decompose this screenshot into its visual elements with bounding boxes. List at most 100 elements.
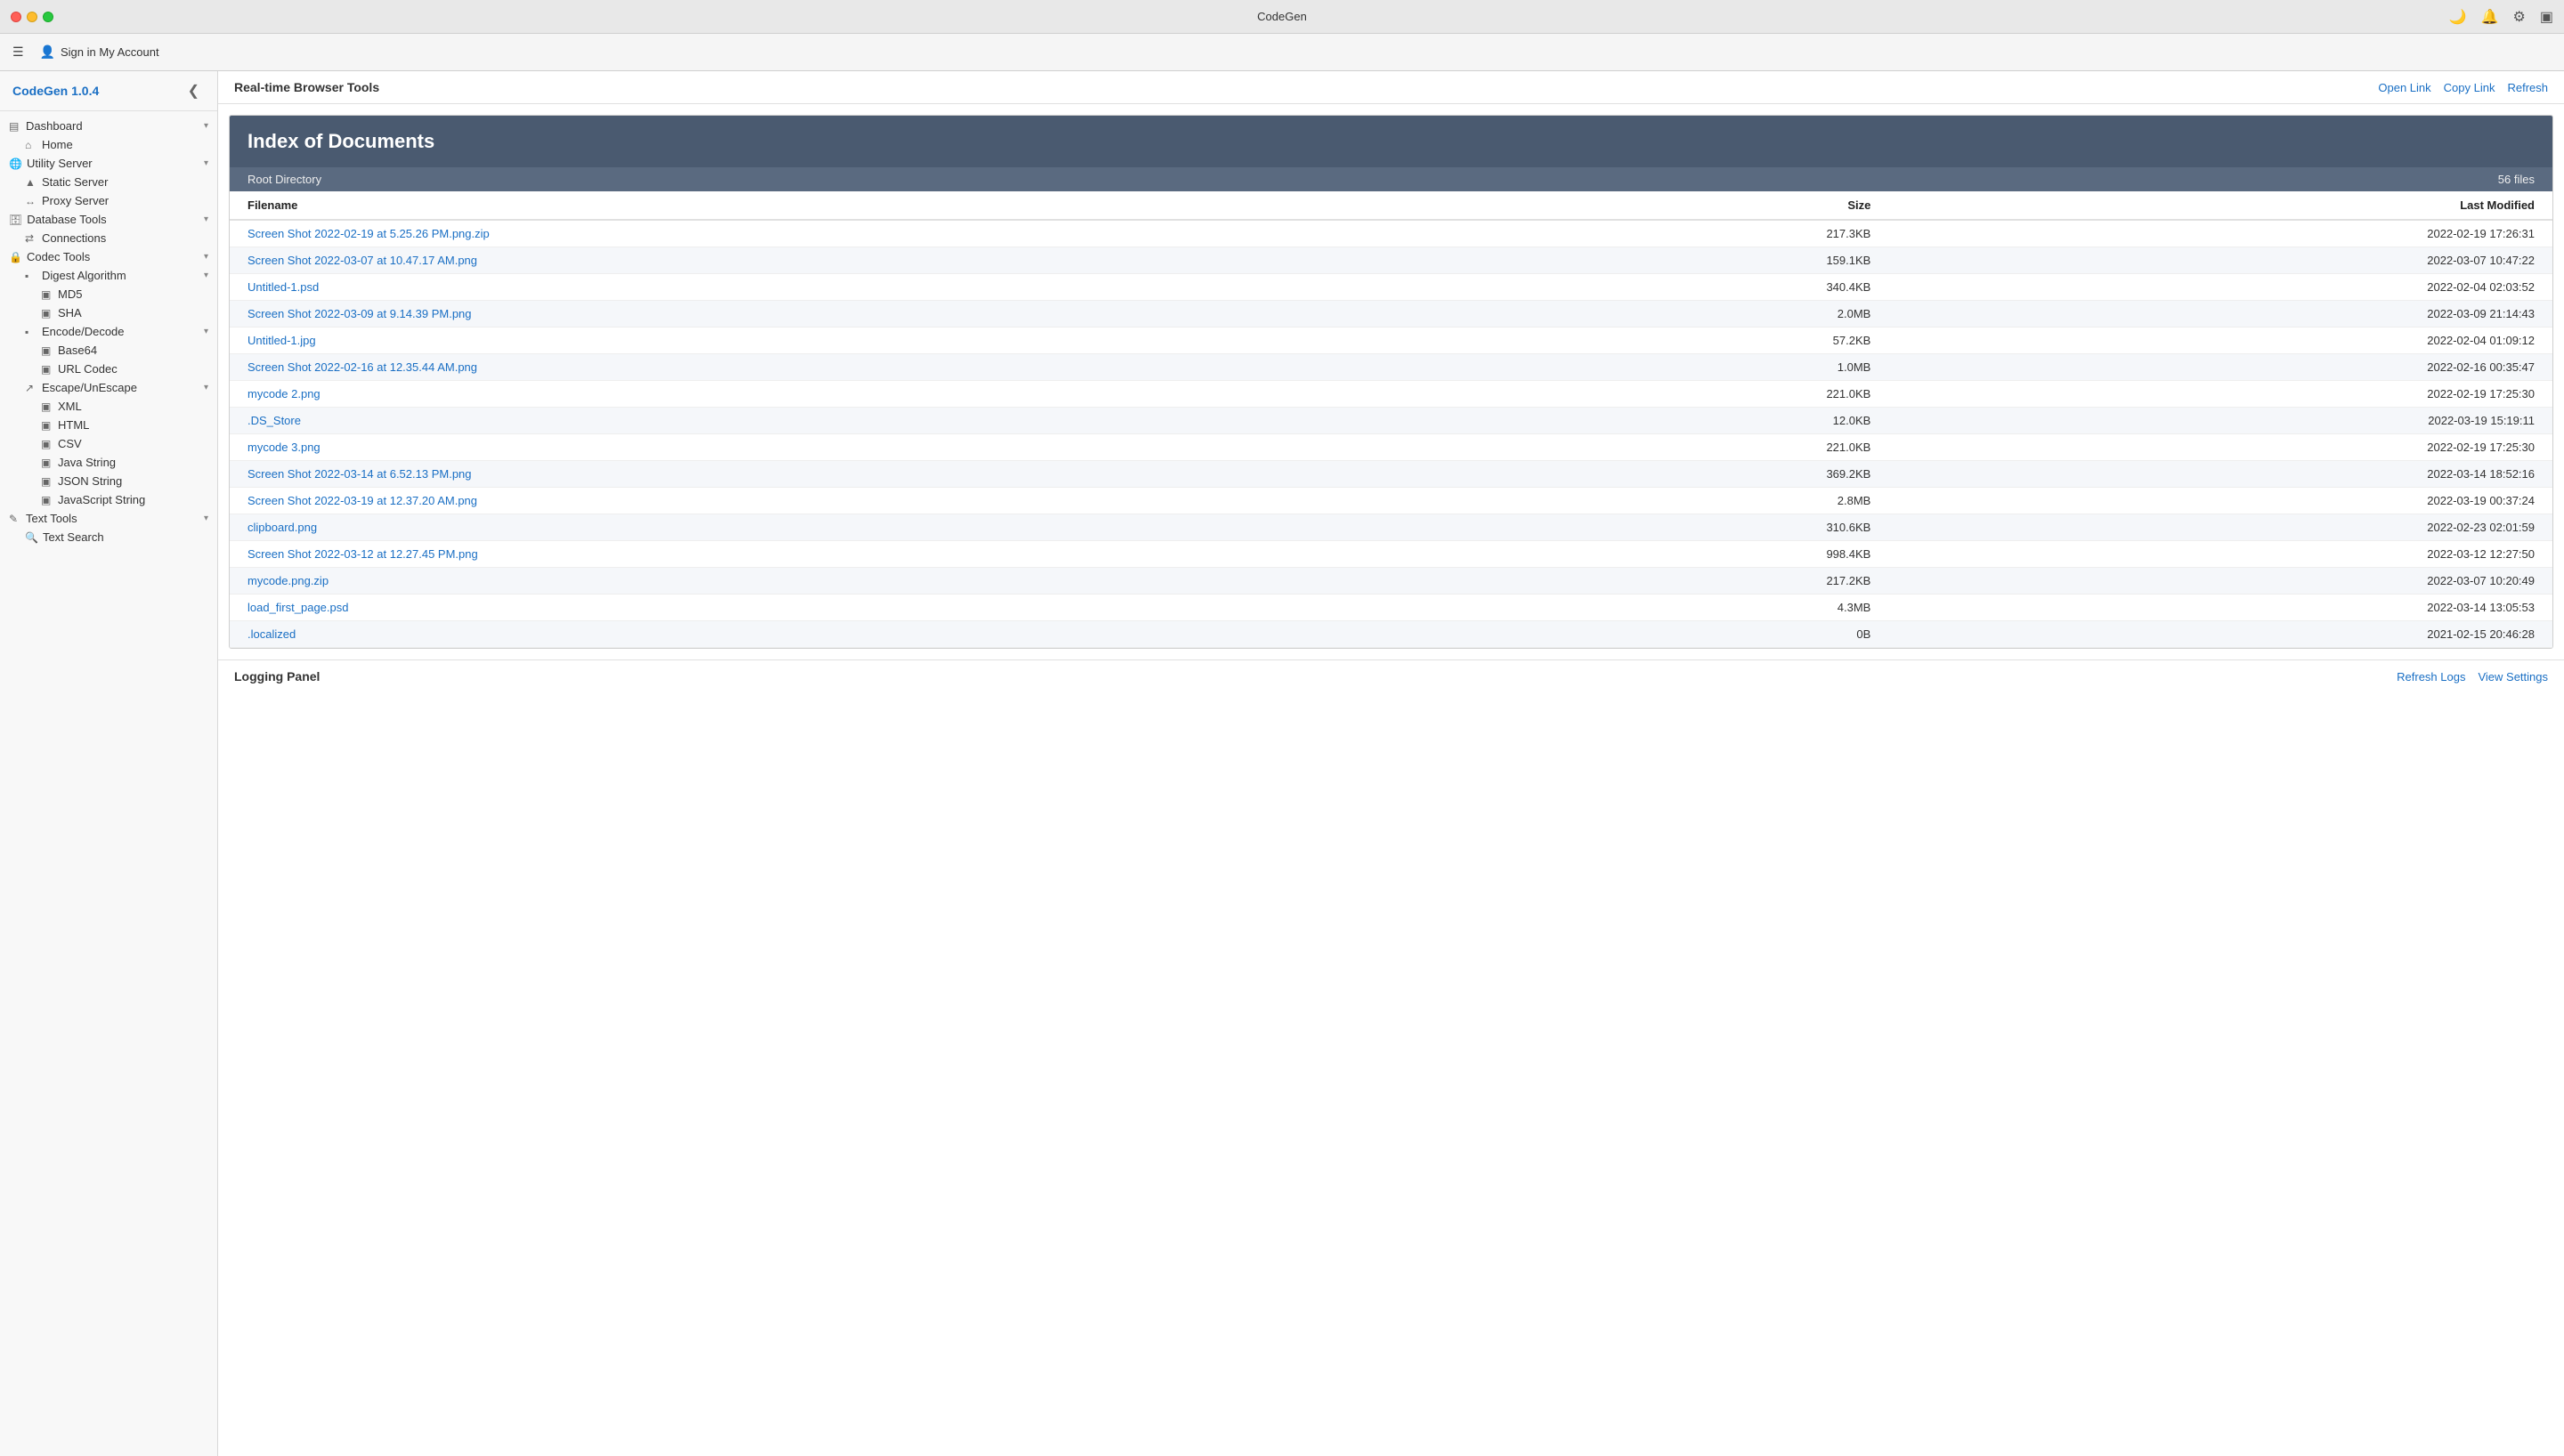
sidebar-item-javascript-string[interactable]: ▣JavaScript String (0, 490, 217, 509)
sidebar-item-md5[interactable]: ▣MD5 (0, 285, 217, 303)
file-link[interactable]: Screen Shot 2022-03-09 at 9.14.39 PM.png (247, 307, 472, 320)
file-link[interactable]: Screen Shot 2022-03-19 at 12.37.20 AM.pn… (247, 494, 477, 507)
sidebar-item-csv[interactable]: ▣CSV (0, 434, 217, 453)
table-row: Screen Shot 2022-03-12 at 12.27.45 PM.pn… (230, 541, 2552, 568)
encode-decode-label: Encode/Decode (42, 325, 199, 338)
javascript-string-label: JavaScript String (58, 493, 208, 506)
sidebar-item-base64[interactable]: ▣Base64 (0, 341, 217, 360)
sidebar-item-codec-tools[interactable]: 🔒Codec Tools▾ (0, 247, 217, 266)
sha-icon: ▣ (41, 307, 53, 320)
sidebar-item-proxy-server[interactable]: ↔Proxy Server (0, 191, 217, 210)
sidebar-item-connections[interactable]: ⇄Connections (0, 229, 217, 247)
logging-panel: Logging Panel Refresh Logs View Settings (218, 659, 2564, 692)
database-tools-chevron: ▾ (204, 214, 208, 224)
table-row: mycode.png.zip217.2KB2022-03-07 10:20:49 (230, 568, 2552, 595)
notifications-icon[interactable]: 🔔 (2481, 8, 2499, 26)
maximize-button[interactable] (43, 12, 53, 22)
file-size: 57.2KB (1517, 328, 1888, 354)
digest-algorithm-icon: ▪ (25, 270, 37, 282)
sidebar-item-escape-unescape[interactable]: ↗Escape/UnEscape▾ (0, 378, 217, 397)
file-date: 2022-02-23 02:01:59 (1888, 514, 2552, 541)
sidebar-item-home[interactable]: ⌂Home (0, 135, 217, 154)
sidebar-item-digest-algorithm[interactable]: ▪Digest Algorithm▾ (0, 266, 217, 285)
sidebar-item-url-codec[interactable]: ▣URL Codec (0, 360, 217, 378)
table-row: Screen Shot 2022-02-16 at 12.35.44 AM.pn… (230, 354, 2552, 381)
traffic-lights (11, 12, 53, 22)
file-date: 2022-03-07 10:20:49 (1888, 568, 2552, 595)
logging-panel-title: Logging Panel (234, 669, 320, 684)
dark-mode-icon[interactable]: 🌙 (2449, 8, 2467, 26)
refresh-logs-button[interactable]: Refresh Logs (2397, 670, 2465, 684)
file-date: 2022-02-16 00:35:47 (1888, 354, 2552, 381)
table-row: .DS_Store12.0KB2022-03-19 15:19:11 (230, 408, 2552, 434)
file-link[interactable]: .DS_Store (247, 414, 301, 427)
file-link[interactable]: mycode.png.zip (247, 574, 329, 587)
content-title: Real-time Browser Tools (234, 80, 379, 94)
window-title: CodeGen (1257, 10, 1307, 23)
table-row: Untitled-1.psd340.4KB2022-02-04 02:03:52 (230, 274, 2552, 301)
file-link[interactable]: Untitled-1.jpg (247, 334, 316, 347)
file-link[interactable]: Screen Shot 2022-02-16 at 12.35.44 AM.pn… (247, 360, 477, 374)
html-icon: ▣ (41, 419, 53, 432)
sidebar-item-html[interactable]: ▣HTML (0, 416, 217, 434)
table-row: Screen Shot 2022-03-09 at 9.14.39 PM.png… (230, 301, 2552, 328)
settings-icon[interactable]: ⚙ (2513, 8, 2526, 26)
file-date: 2022-03-12 12:27:50 (1888, 541, 2552, 568)
sidebar-item-database-tools[interactable]: 🗄Database Tools▾ (0, 210, 217, 229)
digest-algorithm-chevron: ▾ (204, 271, 208, 280)
main-layout: CodeGen 1.0.4 ❮ ▤Dashboard▾⌂Home🌐Utility… (0, 71, 2564, 1456)
sidebar-header: CodeGen 1.0.4 ❮ (0, 71, 217, 111)
escape-unescape-icon: ↗ (25, 382, 37, 394)
file-link[interactable]: Screen Shot 2022-03-12 at 12.27.45 PM.pn… (247, 547, 478, 561)
open-link-button[interactable]: Open Link (2378, 81, 2430, 94)
file-link[interactable]: Screen Shot 2022-03-07 at 10.47.17 AM.pn… (247, 254, 477, 267)
file-link[interactable]: Screen Shot 2022-02-19 at 5.25.26 PM.png… (247, 227, 490, 240)
file-size: 12.0KB (1517, 408, 1888, 434)
sidebar-item-dashboard[interactable]: ▤Dashboard▾ (0, 117, 217, 135)
file-link[interactable]: .localized (247, 627, 296, 641)
filename-header: Filename (230, 191, 1517, 220)
codec-tools-chevron: ▾ (204, 252, 208, 262)
toolbar: ☰ 👤 Sign in My Account (0, 34, 2564, 71)
url-codec-icon: ▣ (41, 363, 53, 376)
sidebar-toggle-icon[interactable]: ▣ (2540, 8, 2553, 26)
file-browser-subheader: Root Directory 56 files (230, 167, 2552, 191)
sidebar-item-text-search[interactable]: 🔍Text Search (0, 528, 217, 546)
codec-tools-icon: 🔒 (9, 251, 22, 263)
view-settings-button[interactable]: View Settings (2478, 670, 2548, 684)
file-link[interactable]: Untitled-1.psd (247, 280, 319, 294)
sidebar-item-json-string[interactable]: ▣JSON String (0, 472, 217, 490)
file-date: 2022-02-19 17:25:30 (1888, 381, 2552, 408)
utility-server-chevron: ▾ (204, 158, 208, 168)
file-date: 2022-02-04 02:03:52 (1888, 274, 2552, 301)
sidebar-item-static-server[interactable]: ▲Static Server (0, 173, 217, 191)
table-row: Untitled-1.jpg57.2KB2022-02-04 01:09:12 (230, 328, 2552, 354)
text-tools-label: Text Tools (26, 512, 199, 525)
sidebar-item-encode-decode[interactable]: ▪Encode/Decode▾ (0, 322, 217, 341)
xml-label: XML (58, 400, 208, 413)
content-actions: Open Link Copy Link Refresh (2378, 81, 2548, 94)
encode-decode-chevron: ▾ (204, 327, 208, 336)
minimize-button[interactable] (27, 12, 37, 22)
sign-in-label: Sign in My Account (61, 45, 159, 59)
file-browser: Index of Documents Root Directory 56 fil… (229, 115, 2553, 649)
sidebar-item-sha[interactable]: ▣SHA (0, 303, 217, 322)
sign-in-button[interactable]: 👤 Sign in My Account (33, 41, 166, 63)
file-date: 2022-02-19 17:25:30 (1888, 434, 2552, 461)
file-link[interactable]: clipboard.png (247, 521, 317, 534)
sidebar-item-utility-server[interactable]: 🌐Utility Server▾ (0, 154, 217, 173)
file-link[interactable]: mycode 3.png (247, 441, 320, 454)
file-size: 1.0MB (1517, 354, 1888, 381)
hamburger-icon[interactable]: ☰ (12, 44, 24, 60)
refresh-button[interactable]: Refresh (2507, 81, 2548, 94)
sidebar-item-text-tools[interactable]: ✎Text Tools▾ (0, 509, 217, 528)
sidebar-item-java-string[interactable]: ▣Java String (0, 453, 217, 472)
file-link[interactable]: load_first_page.psd (247, 601, 348, 614)
file-link[interactable]: Screen Shot 2022-03-14 at 6.52.13 PM.png (247, 467, 472, 481)
close-button[interactable] (11, 12, 21, 22)
table-header-row: Filename Size Last Modified (230, 191, 2552, 220)
copy-link-button[interactable]: Copy Link (2444, 81, 2495, 94)
file-link[interactable]: mycode 2.png (247, 387, 320, 400)
sidebar-item-xml[interactable]: ▣XML (0, 397, 217, 416)
collapse-sidebar-button[interactable]: ❮ (183, 80, 205, 101)
